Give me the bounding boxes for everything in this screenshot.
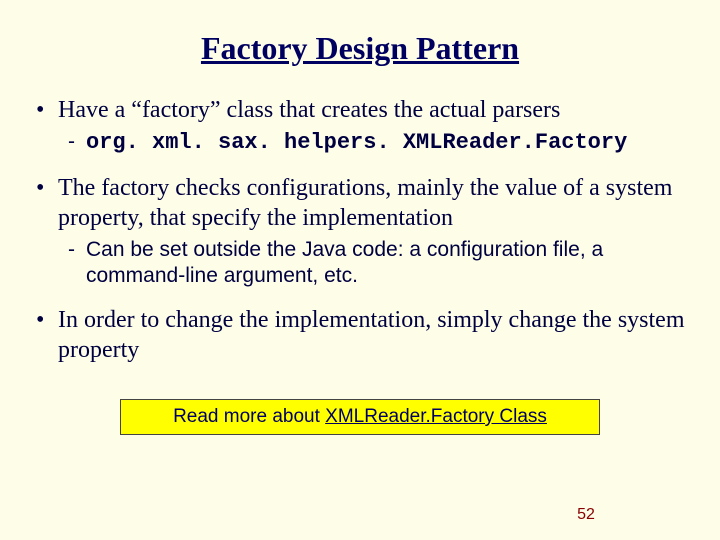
bullet-1-sub-1-code: org. xml. sax. helpers. XMLReader.Factor… [86,130,627,155]
bullet-2-text: The factory checks configurations, mainl… [58,175,672,231]
page-number: 52 [0,506,720,524]
bullet-2-sub-1-text: Can be set outside the Java code: a conf… [86,238,603,287]
bullet-3-text: In order to change the implementation, s… [58,307,685,363]
slide: Factory Design Pattern Have a “factory” … [0,0,720,540]
bullet-1: Have a “factory” class that creates the … [30,95,690,157]
bullet-2: The factory checks configurations, mainl… [30,173,690,290]
bullet-1-sub-1: org. xml. sax. helpers. XMLReader.Factor… [58,129,690,157]
bullet-3: In order to change the implementation, s… [30,305,690,365]
bullet-2-sub-1: Can be set outside the Java code: a conf… [58,237,690,290]
readmore-link[interactable]: XMLReader.Factory Class [325,406,547,427]
bullet-1-text: Have a “factory” class that creates the … [58,97,560,123]
slide-title: Factory Design Pattern [30,30,690,67]
readmore-box: Read more about XMLReader.Factory Class [120,399,600,435]
bullet-list: Have a “factory” class that creates the … [30,95,690,365]
readmore-prefix: Read more about [173,406,325,427]
bullet-2-sublist: Can be set outside the Java code: a conf… [58,237,690,290]
bullet-1-sublist: org. xml. sax. helpers. XMLReader.Factor… [58,129,690,157]
